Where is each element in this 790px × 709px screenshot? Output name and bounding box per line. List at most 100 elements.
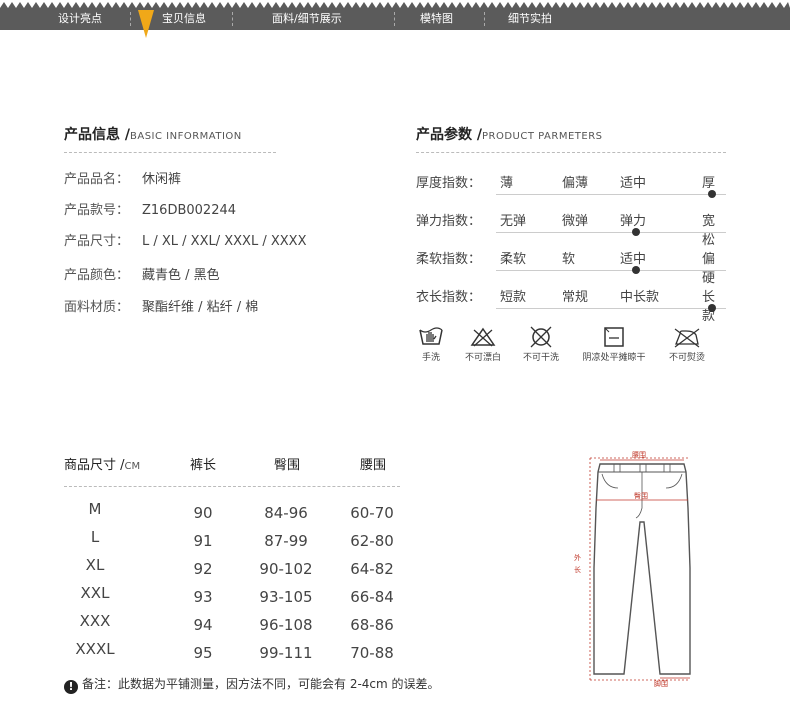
top-nav: 设计亮点 宝贝信息 面料/细节展示 模特图 细节实拍 — [0, 0, 790, 38]
info-row-name: 产品品名： 休闲裤 — [64, 168, 181, 187]
hip-label: 臀围 — [634, 492, 648, 500]
param-option: 微弹 — [562, 214, 589, 229]
info-row-material: 面料材质： 聚酯纤维 / 粘纤 / 棉 — [64, 296, 258, 315]
active-tab-marker — [138, 10, 154, 38]
care-no-dry-clean: 不可干洗 — [518, 326, 564, 363]
tab-detail-photos[interactable]: 细节实拍 — [508, 10, 552, 28]
info-label: 产品尺寸： — [64, 234, 130, 249]
info-value: L / XL / XXL/ XXXL / XXXX — [142, 234, 307, 249]
param-option: 无弹 — [500, 214, 527, 229]
size-cell-size: XL — [85, 556, 105, 574]
length-label-2: 长 — [574, 565, 581, 574]
size-cell-waist: 70-88 — [350, 644, 394, 662]
param-row: 衣长指数： 短款 常规 中长款 长款 — [416, 286, 726, 324]
divider — [64, 152, 276, 153]
hand-wash-icon — [419, 327, 443, 345]
info-value: 休闲裤 — [142, 172, 182, 187]
divider — [416, 152, 726, 153]
param-option: 适中 — [620, 176, 647, 191]
care-flat-dry: 阴凉处平摊晾干 — [576, 326, 652, 363]
size-cell-waist: 66-84 — [350, 588, 394, 606]
param-label: 衣长指数： — [416, 290, 482, 305]
size-table-header-title: 商品尺寸 /CM — [64, 454, 140, 473]
tab-fabric-details[interactable]: 面料/细节展示 — [272, 10, 342, 28]
size-cell-size: XXL — [80, 584, 110, 602]
param-selected-dot — [632, 228, 640, 236]
size-cell-length: 90 — [193, 504, 213, 522]
size-cell-size: XXX — [79, 612, 111, 630]
no-iron-icon — [674, 328, 700, 348]
tab-product-info[interactable]: 宝贝信息 — [162, 10, 206, 28]
param-option: 常规 — [562, 290, 589, 305]
divider — [64, 486, 400, 487]
note-text: 备注：此数据为平铺测量，因方法不同，可能会有 2-4cm 的误差。 — [82, 677, 440, 691]
hem-label: 脚围 — [654, 679, 668, 688]
size-cell-hip: 84-96 — [264, 504, 308, 522]
care-no-iron: 不可熨烫 — [664, 326, 710, 363]
info-value: 藏青色 / 黑色 — [142, 268, 220, 283]
param-option: 宽松 — [702, 214, 716, 248]
waist-label: 腰围 — [632, 451, 646, 459]
param-option: 短款 — [500, 290, 527, 305]
info-value: Z16DB002244 — [142, 203, 237, 218]
care-no-bleach: 不可漂白 — [460, 326, 506, 363]
flat-dry-shade-icon — [604, 327, 624, 347]
size-cell-hip: 99-111 — [259, 644, 313, 662]
size-cell-hip: 96-108 — [259, 616, 313, 634]
no-bleach-icon — [470, 327, 496, 347]
param-option: 软 — [562, 252, 576, 267]
col-header-waist: 腰围 — [360, 458, 387, 473]
length-label-1: 外 — [574, 553, 581, 562]
care-label: 不可漂白 — [464, 353, 501, 363]
param-option: 适中 — [620, 252, 647, 267]
care-label: 不可干洗 — [522, 353, 559, 363]
basic-info-title-en: BASIC INFORMATION — [130, 131, 242, 142]
size-header-unit: CM — [124, 461, 141, 472]
param-row: 柔软指数： 柔软 软 适中 偏硬 — [416, 248, 726, 286]
nav-zigzag-border — [0, 0, 790, 8]
tab-design-highlights[interactable]: 设计亮点 — [58, 10, 102, 28]
params-title-cn: 产品参数 / — [416, 127, 482, 143]
param-row: 厚度指数： 薄 偏薄 适中 厚 — [416, 172, 726, 202]
param-option: 中长款 — [620, 290, 660, 305]
info-label: 产品品名： — [64, 172, 130, 187]
size-cell-length: 94 — [193, 616, 213, 634]
info-label: 面料材质： — [64, 300, 130, 315]
params-title: 产品参数 /PRODUCT PARMETERS — [416, 124, 603, 144]
size-cell-hip: 87-99 — [264, 532, 308, 550]
care-label: 不可熨烫 — [668, 353, 705, 363]
size-cell-waist: 68-86 — [350, 616, 394, 634]
size-cell-hip: 93-105 — [259, 588, 313, 606]
param-option: 薄 — [500, 176, 514, 191]
param-selected-dot — [708, 304, 716, 312]
params-title-en: PRODUCT PARMETERS — [482, 131, 603, 142]
param-track — [496, 308, 726, 309]
nav-separator — [484, 12, 485, 26]
param-option: 厚 — [702, 176, 716, 191]
param-option: 柔软 — [500, 252, 527, 267]
info-row-code: 产品款号： Z16DB002244 — [64, 199, 236, 218]
param-track — [496, 194, 726, 195]
basic-info-title: 产品信息 /BASIC INFORMATION — [64, 124, 242, 144]
size-cell-length: 92 — [193, 560, 213, 578]
param-track — [496, 270, 726, 271]
nav-separator — [232, 12, 233, 26]
size-cell-waist: 60-70 — [350, 504, 394, 522]
basic-info-title-cn: 产品信息 / — [64, 127, 130, 143]
size-cell-length: 95 — [193, 644, 213, 662]
param-label: 弹力指数： — [416, 214, 482, 229]
size-cell-length: 91 — [193, 532, 213, 550]
tab-model-photos[interactable]: 模特图 — [420, 10, 453, 28]
nav-separator — [130, 12, 131, 26]
care-hand-wash: 手洗 — [416, 326, 446, 363]
info-label: 产品款号： — [64, 203, 130, 218]
col-header-length: 裤长 — [190, 458, 217, 473]
param-option: 弹力 — [620, 214, 647, 229]
no-dry-clean-icon — [530, 326, 552, 348]
param-option: 偏薄 — [562, 176, 589, 191]
size-cell-waist: 64-82 — [350, 560, 394, 578]
warning-icon: ! — [64, 680, 78, 694]
info-label: 产品颜色： — [64, 268, 130, 283]
info-row-size: 产品尺寸： L / XL / XXL/ XXXL / XXXX — [64, 230, 306, 249]
param-row: 弹力指数： 无弹 微弹 弹力 宽松 — [416, 210, 726, 248]
